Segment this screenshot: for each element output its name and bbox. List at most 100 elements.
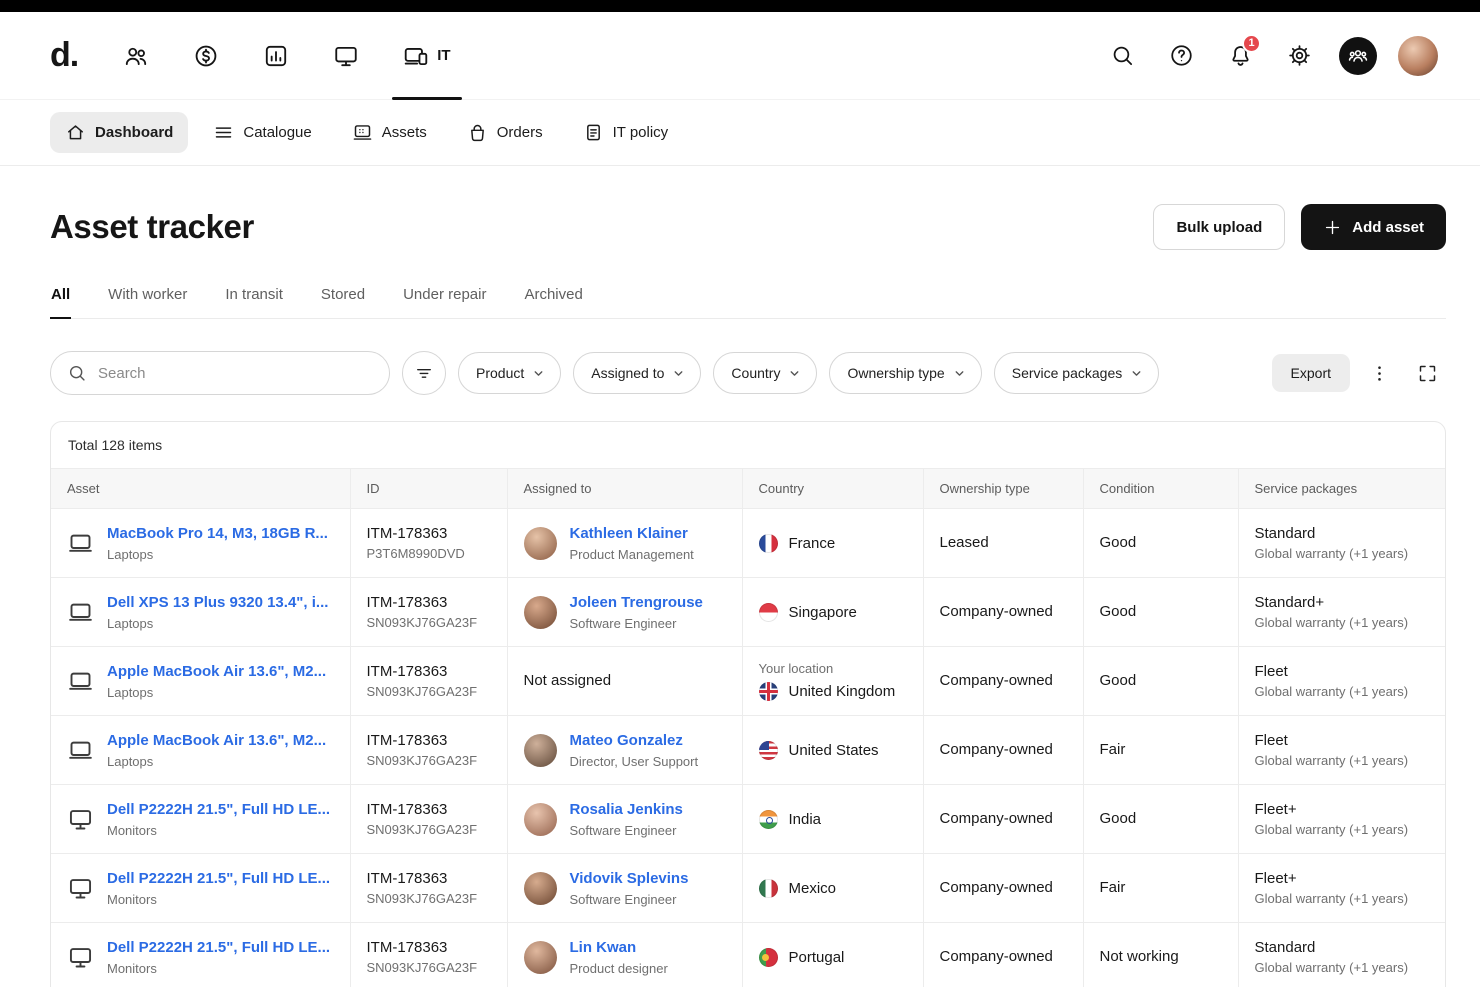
table-row[interactable]: Dell P2222H 21.5", Full HD LE... Monitors… bbox=[51, 785, 1445, 854]
laptop-icon bbox=[67, 530, 94, 557]
tab-stored[interactable]: Stored bbox=[320, 278, 366, 318]
asset-category: Monitors bbox=[107, 823, 330, 838]
assignee-link[interactable]: Rosalia Jenkins bbox=[570, 801, 683, 818]
subnav-it-policy[interactable]: IT policy bbox=[568, 112, 684, 153]
subnav-catalogue[interactable]: Catalogue bbox=[198, 112, 326, 153]
chevron-down-icon bbox=[953, 367, 966, 380]
asset-link[interactable]: Dell P2222H 21.5", Full HD LE... bbox=[107, 870, 330, 887]
ownership-type: Company-owned bbox=[940, 810, 1053, 827]
column-header-condition: Condition bbox=[1083, 469, 1238, 509]
chevron-down-icon bbox=[672, 367, 685, 380]
help-icon bbox=[1169, 43, 1194, 68]
notifications-button[interactable]: 1 bbox=[1221, 37, 1259, 75]
filter-button[interactable] bbox=[402, 351, 446, 395]
asset-category: Laptops bbox=[107, 616, 328, 631]
tab-all[interactable]: All bbox=[50, 278, 71, 318]
search-input[interactable] bbox=[50, 351, 390, 395]
help-button[interactable] bbox=[1162, 37, 1200, 75]
bar-chart-icon bbox=[263, 43, 289, 69]
filter-dropdown-country[interactable]: Country bbox=[713, 352, 817, 394]
add-asset-label: Add asset bbox=[1352, 219, 1424, 236]
monitor-icon bbox=[333, 43, 359, 69]
tab-under-repair[interactable]: Under repair bbox=[402, 278, 487, 318]
laptop-icon bbox=[67, 668, 94, 695]
ownership-type: Company-owned bbox=[940, 948, 1053, 965]
table-row[interactable]: MacBook Pro 14, M3, 18GB R...LaptopsITM-… bbox=[51, 509, 1445, 578]
country-name: France bbox=[789, 535, 836, 552]
table-header-row: AssetIDAssigned toCountryOwnership typeC… bbox=[51, 469, 1445, 509]
main-nav-it[interactable]: IT bbox=[392, 12, 461, 99]
laptop-icon bbox=[67, 599, 94, 626]
assignee-avatar bbox=[524, 803, 557, 836]
team-button[interactable] bbox=[1339, 37, 1377, 75]
app-header: d. IT 1 bbox=[0, 12, 1480, 100]
condition: Good bbox=[1100, 603, 1137, 620]
filter-dropdown-product[interactable]: Product bbox=[458, 352, 561, 394]
service-package-detail: Global warranty (+1 years) bbox=[1255, 960, 1430, 975]
settings-button[interactable] bbox=[1280, 37, 1318, 75]
fullscreen-button[interactable] bbox=[1408, 354, 1446, 392]
asset-category: Monitors bbox=[107, 961, 330, 976]
condition: Good bbox=[1100, 672, 1137, 689]
table-row[interactable]: Apple MacBook Air 13.6", M2...LaptopsITM… bbox=[51, 647, 1445, 716]
subnav-orders[interactable]: Orders bbox=[452, 112, 558, 153]
table-row[interactable]: Dell P2222H 21.5", Full HD LE... Monitors… bbox=[51, 923, 1445, 987]
subnav-assets[interactable]: Assets bbox=[337, 112, 442, 153]
assignee-role: Director, User Support bbox=[570, 754, 699, 769]
filter-bar: Product Assigned to Country Ownership type S… bbox=[50, 351, 1446, 395]
assignee-link[interactable]: Joleen Trengrouse bbox=[570, 594, 703, 611]
assignee-avatar bbox=[524, 941, 557, 974]
asset-category: Laptops bbox=[107, 754, 326, 769]
dropdown-label: Ownership type bbox=[847, 365, 944, 381]
main-nav-reports[interactable] bbox=[252, 12, 300, 99]
table-row[interactable]: Apple MacBook Air 13.6", M2...LaptopsITM… bbox=[51, 716, 1445, 785]
user-avatar[interactable] bbox=[1398, 36, 1438, 76]
subnav-label: Orders bbox=[497, 124, 543, 141]
bulk-upload-button[interactable]: Bulk upload bbox=[1153, 204, 1285, 250]
asset-id: ITM-178363 bbox=[367, 594, 491, 611]
asset-link[interactable]: Dell P2222H 21.5", Full HD LE... bbox=[107, 939, 330, 956]
add-asset-button[interactable]: Add asset bbox=[1301, 204, 1446, 250]
assignee-role: Software Engineer bbox=[570, 616, 703, 631]
condition: Fair bbox=[1100, 879, 1126, 896]
service-package: Fleet+ bbox=[1255, 870, 1430, 887]
tab-archived[interactable]: Archived bbox=[523, 278, 583, 318]
asset-link[interactable]: Apple MacBook Air 13.6", M2... bbox=[107, 663, 326, 680]
flag-sg-icon bbox=[759, 603, 778, 622]
export-button[interactable]: Export bbox=[1272, 354, 1350, 392]
search-box[interactable] bbox=[50, 351, 390, 395]
service-package: Fleet bbox=[1255, 663, 1430, 680]
dollar-icon bbox=[193, 43, 219, 69]
assignee-link[interactable]: Lin Kwan bbox=[570, 939, 637, 956]
filter-dropdown-ownership-type[interactable]: Ownership type bbox=[829, 352, 981, 394]
laptop-icon bbox=[67, 737, 94, 764]
asset-link[interactable]: Dell XPS 13 Plus 9320 13.4", i... bbox=[107, 594, 328, 611]
service-package-detail: Global warranty (+1 years) bbox=[1255, 753, 1430, 768]
logo[interactable]: d. bbox=[50, 36, 78, 75]
asset-link[interactable]: Dell P2222H 21.5", Full HD LE... bbox=[107, 801, 330, 818]
country-name: United States bbox=[789, 742, 879, 759]
table-row[interactable]: Dell XPS 13 Plus 9320 13.4", i... Laptops… bbox=[51, 578, 1445, 647]
main-nav-workstation[interactable] bbox=[322, 12, 370, 99]
assignee-role: Product designer bbox=[570, 961, 668, 976]
filter-dropdown-assigned-to[interactable]: Assigned to bbox=[573, 352, 701, 394]
main-nav-people[interactable] bbox=[112, 12, 160, 99]
flag-in-icon bbox=[759, 810, 778, 829]
asset-serial: SN093KJ76GA23F bbox=[367, 615, 491, 630]
assignee-link[interactable]: Vidovik Splevins bbox=[570, 870, 689, 887]
tab-in-transit[interactable]: In transit bbox=[224, 278, 284, 318]
search-button[interactable] bbox=[1103, 37, 1141, 75]
asset-link[interactable]: Apple MacBook Air 13.6", M2... bbox=[107, 732, 326, 749]
more-options-button[interactable] bbox=[1360, 354, 1398, 392]
asset-link[interactable]: MacBook Pro 14, M3, 18GB R... bbox=[107, 525, 328, 542]
tab-with-worker[interactable]: With worker bbox=[107, 278, 188, 318]
table-total-count: Total 128 items bbox=[51, 422, 1445, 468]
table-row[interactable]: Dell P2222H 21.5", Full HD LE... Monitors… bbox=[51, 854, 1445, 923]
assignee-link[interactable]: Kathleen Klainer bbox=[570, 525, 688, 542]
main-nav-finance[interactable] bbox=[182, 12, 230, 99]
assignee-link[interactable]: Mateo Gonzalez bbox=[570, 732, 683, 749]
filter-dropdown-service-packages[interactable]: Service packages bbox=[994, 352, 1160, 394]
asset-category: Monitors bbox=[107, 892, 330, 907]
assignee-avatar bbox=[524, 872, 557, 905]
subnav-dashboard[interactable]: Dashboard bbox=[50, 112, 188, 153]
